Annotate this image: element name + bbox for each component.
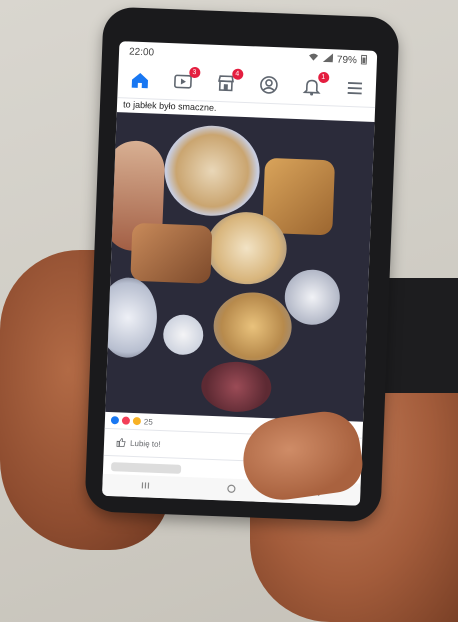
like-label: Lubię to! <box>129 438 161 449</box>
reaction-count: 25 <box>143 416 153 427</box>
signal-icon <box>322 53 334 65</box>
blurred-text <box>110 462 182 474</box>
nav-menu[interactable] <box>341 75 368 102</box>
wifi-icon <box>308 52 319 64</box>
food-plate <box>200 360 273 414</box>
like-button[interactable]: Lubię to! <box>116 437 161 449</box>
nav-home[interactable] <box>126 66 153 93</box>
food-plate <box>212 290 293 362</box>
food-plate <box>105 276 159 359</box>
status-time: 22:00 <box>128 46 155 58</box>
food-plate <box>130 222 213 284</box>
thumbs-up-icon <box>116 438 126 448</box>
food-plate <box>162 314 205 356</box>
recent-apps-icon[interactable] <box>140 480 150 493</box>
marketplace-badge: 4 <box>231 68 244 80</box>
profile-icon <box>259 76 278 94</box>
battery-icon <box>360 54 368 67</box>
nav-notifications[interactable]: 1 <box>298 71 329 100</box>
nav-video[interactable]: 3 <box>169 66 201 95</box>
nav-marketplace[interactable]: 4 <box>212 68 244 97</box>
post-photo-food-table[interactable] <box>105 112 375 422</box>
home-circle-icon[interactable] <box>226 483 236 496</box>
home-icon <box>131 72 148 89</box>
food-plate <box>162 123 262 218</box>
like-reaction-icon <box>110 416 120 425</box>
video-badge: 3 <box>188 66 201 79</box>
haha-reaction-icon <box>132 416 142 426</box>
nav-profile[interactable] <box>255 71 282 98</box>
menu-icon <box>347 82 362 95</box>
battery-level: 79% <box>336 53 358 66</box>
notifications-badge: 1 <box>317 71 329 84</box>
food-plate <box>283 268 341 326</box>
love-reaction-icon <box>121 416 131 425</box>
